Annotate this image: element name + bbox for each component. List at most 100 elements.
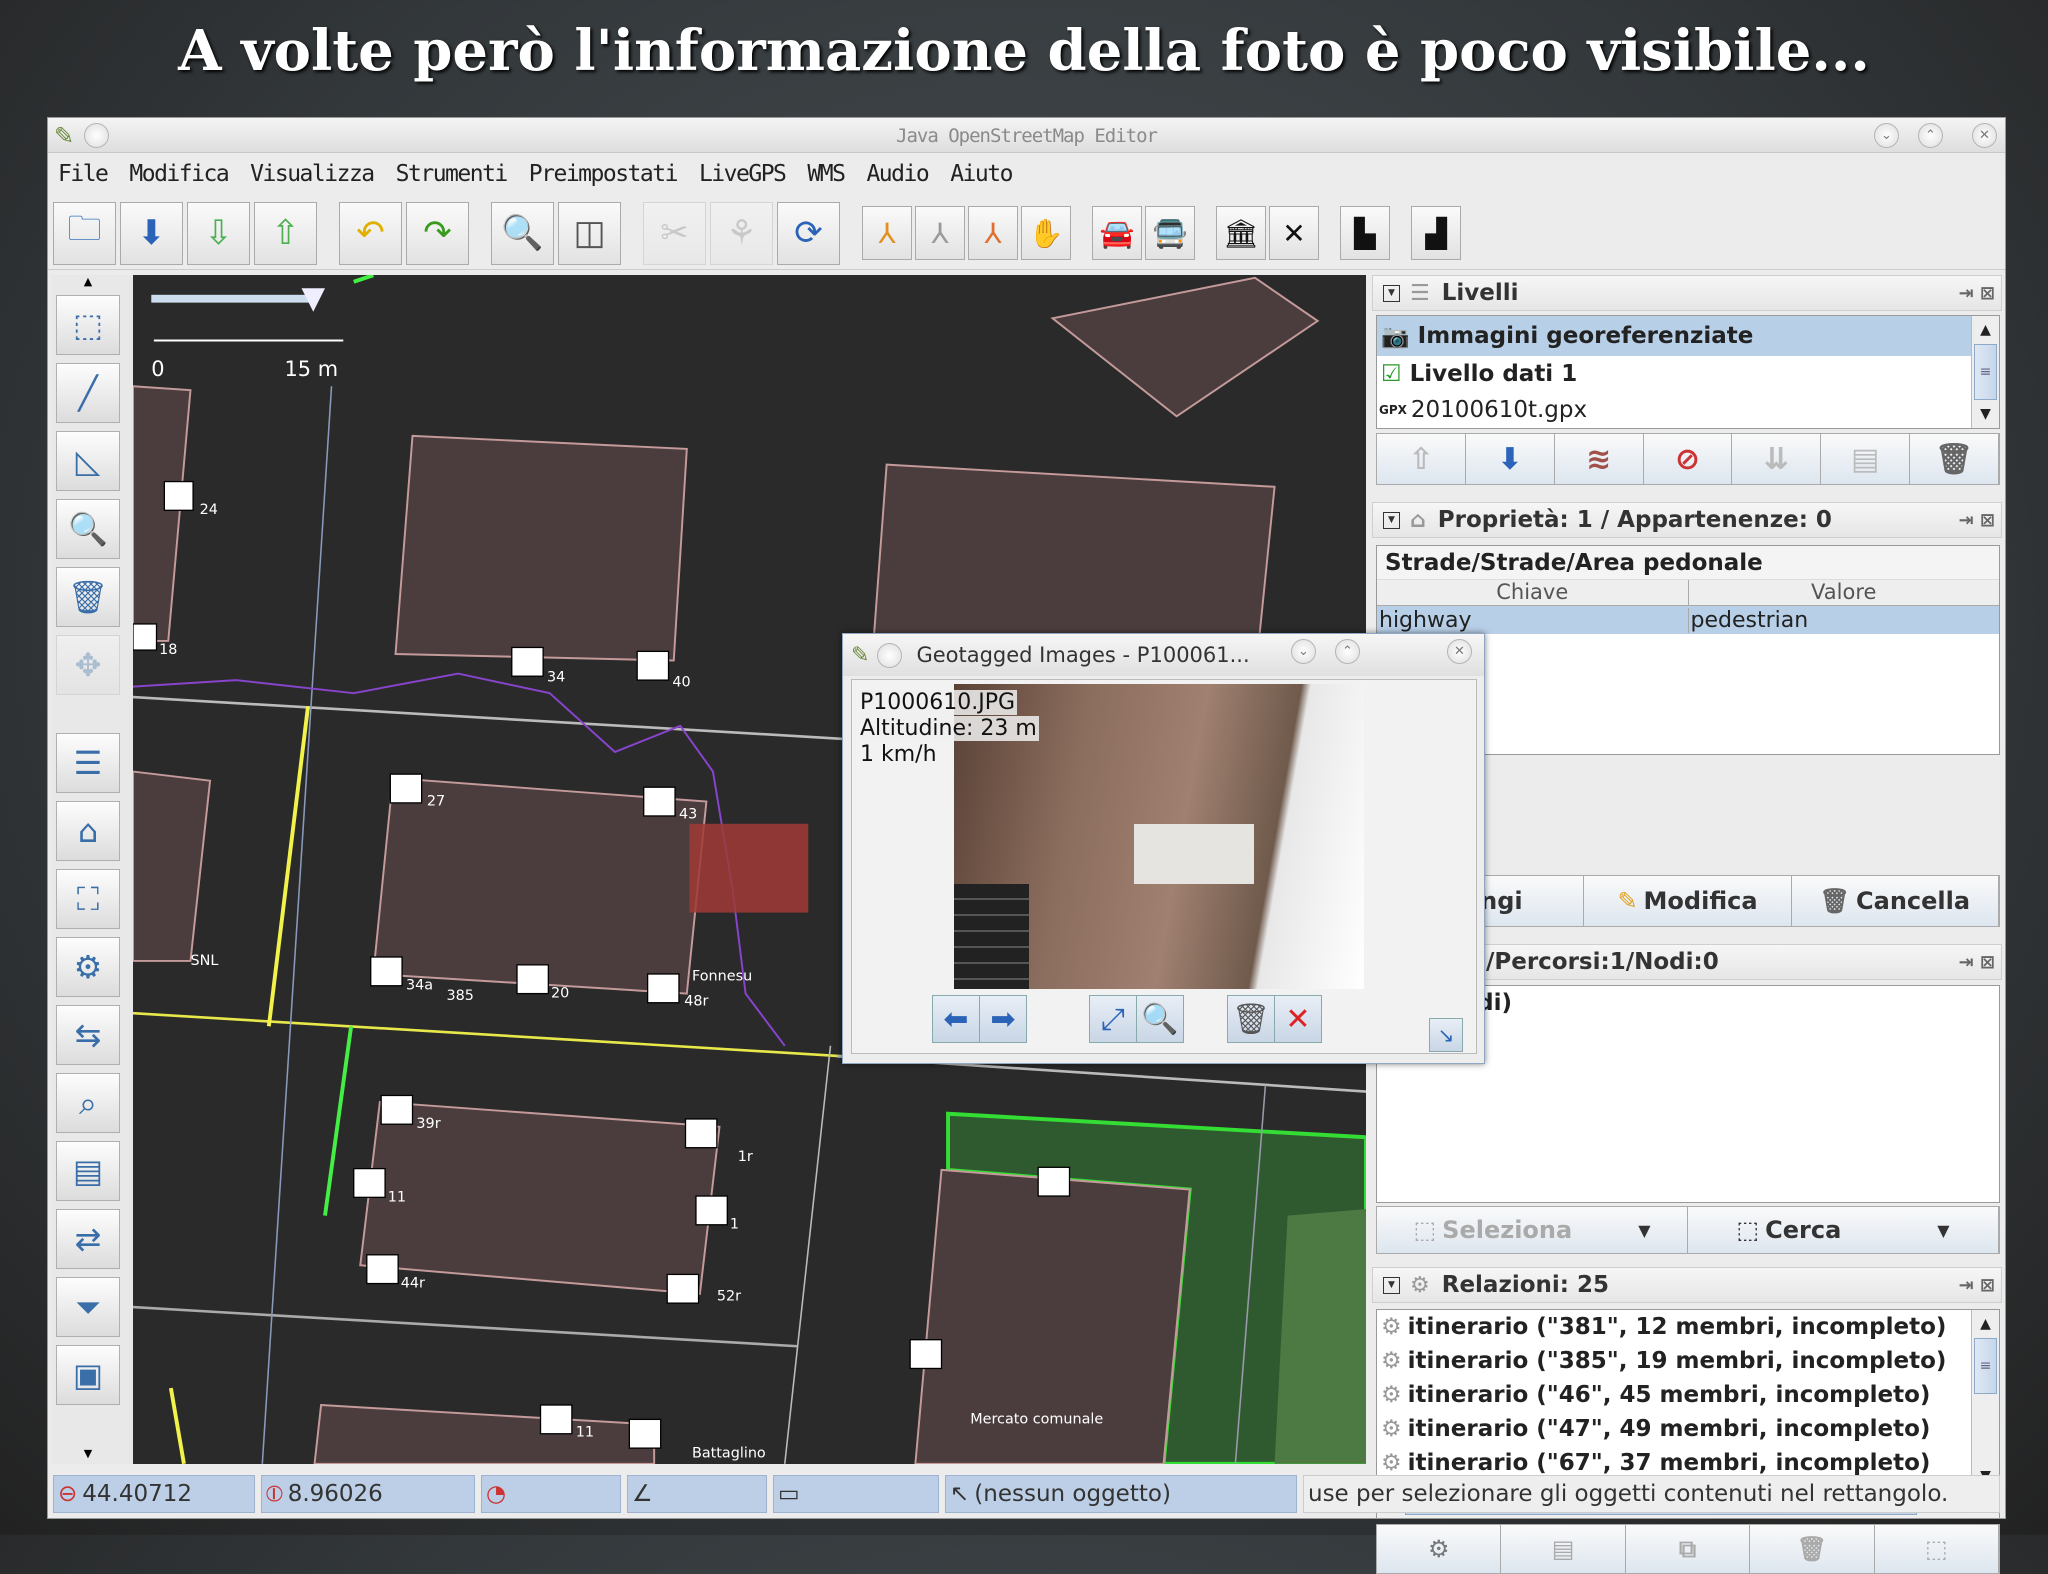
- collapse-dialog-button[interactable]: ↘: [1429, 1018, 1463, 1052]
- scroll-up-arrow[interactable]: ▲: [56, 275, 120, 289]
- collapse-icon[interactable]: ▼: [1383, 284, 1400, 302]
- relations-scrollbar[interactable]: ▲≡▼: [1971, 1310, 1999, 1490]
- move-down-button[interactable]: ⬇: [1465, 434, 1555, 484]
- duplicate-relation-button[interactable]: ⧉: [1625, 1525, 1751, 1573]
- menu-audio[interactable]: Audio: [866, 161, 929, 187]
- scroll-down-arrow[interactable]: ▼: [56, 1447, 120, 1463]
- toggle-visibility-button[interactable]: ⊘: [1643, 434, 1733, 484]
- factory-button[interactable]: ▟: [1411, 206, 1461, 260]
- table-row[interactable]: highway pedestrian: [1377, 606, 1999, 634]
- conflict-tool[interactable]: ▤: [56, 1141, 120, 1201]
- maximize-button[interactable]: ⌃: [1335, 639, 1360, 664]
- plugin-tool[interactable]: ▣: [56, 1345, 120, 1405]
- bus-button[interactable]: 🚍: [1145, 206, 1195, 260]
- edit-relation-button[interactable]: ▤: [1501, 1525, 1626, 1573]
- history-tool[interactable]: ⌕: [56, 1073, 120, 1133]
- preferences-button[interactable]: 🔍: [491, 201, 554, 265]
- center-view-icon[interactable]: ⤢: [1089, 995, 1137, 1043]
- car-button[interactable]: 🚘: [1092, 206, 1142, 260]
- window-menu-button[interactable]: [877, 642, 903, 668]
- minimize-button[interactable]: ⌄: [1874, 123, 1899, 148]
- draw-tool[interactable]: ╱: [56, 363, 120, 423]
- draw-node-button[interactable]: ⅄: [968, 206, 1018, 260]
- relation-item[interactable]: ⚙ itinerario ("46", 45 membri, incompleto…: [1377, 1378, 1971, 1412]
- relation-item[interactable]: ⚙ itinerario ("47", 49 membri, incompleto…: [1377, 1412, 1971, 1446]
- pin-close-icon[interactable]: ⇥ ⊠: [1959, 283, 1995, 304]
- layer-item[interactable]: GPX 20100610t.gpx: [1377, 392, 1971, 428]
- menu-modifica[interactable]: Modifica: [129, 161, 229, 187]
- undo-button[interactable]: ↶: [339, 201, 402, 265]
- zoom-slider[interactable]: [151, 294, 315, 303]
- maximize-button[interactable]: ⌃: [1918, 123, 1943, 148]
- menu-livegps[interactable]: LiveGPS: [699, 161, 787, 187]
- next-image-button[interactable]: ➡: [979, 995, 1027, 1043]
- delete-tool[interactable]: 🗑: [56, 567, 120, 627]
- collapse-icon[interactable]: ▼: [1383, 1276, 1400, 1294]
- layers-panel-header[interactable]: ▼ ☰ Livelli ⇥ ⊠: [1372, 275, 2002, 311]
- relations-tool[interactable]: ⚙: [56, 937, 120, 997]
- select-members-button[interactable]: ⬚: [1874, 1525, 2000, 1573]
- close-button[interactable]: ✕: [1447, 639, 1472, 664]
- layer-item[interactable]: 📷 Immagini georeferenziate: [1377, 316, 1971, 356]
- pin-close-icon[interactable]: ⇥ ⊠: [1959, 1275, 1995, 1296]
- triangle-tool[interactable]: ◺: [56, 431, 120, 491]
- open-file-button[interactable]: 🗀: [53, 201, 116, 265]
- move-up-button[interactable]: ⇧: [1377, 434, 1466, 484]
- merge-button[interactable]: ⇊: [1732, 434, 1822, 484]
- filter-tool[interactable]: ⏷: [56, 1277, 120, 1337]
- delete-photo-button[interactable]: 🗑: [1227, 995, 1275, 1043]
- minimize-button[interactable]: ⌄: [1291, 639, 1316, 664]
- select-button[interactable]: ⬚ Seleziona ▼: [1377, 1207, 1688, 1253]
- draw-way-gray-button[interactable]: ⅄: [915, 206, 965, 260]
- selection-tool[interactable]: ⛶: [56, 869, 120, 929]
- combine-way-button[interactable]: ⚘: [710, 201, 773, 265]
- building-button[interactable]: 🏛: [1216, 206, 1266, 260]
- upload-data-button[interactable]: ⇩: [187, 201, 250, 265]
- duplicate-button[interactable]: ▤: [1821, 434, 1911, 484]
- delete-button[interactable]: 🗑 Cancella: [1791, 876, 1999, 926]
- upload-button[interactable]: ⇧: [254, 201, 317, 265]
- column-key[interactable]: Chiave: [1377, 580, 1689, 605]
- delete-layer-button[interactable]: 🗑: [1910, 434, 2000, 484]
- relation-item[interactable]: ⚙ itinerario ("385", 19 membri, incomplet…: [1377, 1344, 1971, 1378]
- commands-tool[interactable]: ⇆: [56, 1005, 120, 1065]
- menu-aiuto[interactable]: Aiuto: [950, 161, 1013, 187]
- remove-photo-button[interactable]: ✕: [1274, 995, 1322, 1043]
- zoom-photo-button[interactable]: 🔍: [1136, 995, 1184, 1043]
- menu-strumenti[interactable]: Strumenti: [396, 161, 509, 187]
- close-button[interactable]: ✕: [1972, 123, 1997, 148]
- select-tool[interactable]: ⬚: [56, 295, 120, 355]
- menu-wms[interactable]: WMS: [807, 161, 846, 187]
- layers-tool[interactable]: ☰: [56, 733, 120, 793]
- activate-layer-button[interactable]: ≋: [1554, 434, 1644, 484]
- relation-item[interactable]: ⚙ itinerario ("381", 12 membri, incomplet…: [1377, 1310, 1971, 1344]
- layer-item[interactable]: ☑ Livello dati 1: [1377, 356, 1971, 392]
- edit-button[interactable]: ✎ Modifica: [1584, 876, 1792, 926]
- validator-tool[interactable]: ⇄: [56, 1209, 120, 1269]
- draw-way-button[interactable]: ⅄: [862, 206, 912, 260]
- zoom-tool[interactable]: 🔍: [56, 499, 120, 559]
- layers-scrollbar[interactable]: ▲ ≡ ▼: [1971, 316, 1999, 428]
- menu-preimpostati[interactable]: Preimpostati: [529, 161, 679, 187]
- redo-button[interactable]: ↷: [406, 201, 469, 265]
- properties-panel-header[interactable]: ▼ ⌂ Proprietà: 1 / Appartenenze: 0 ⇥ ⊠: [1372, 502, 2002, 538]
- download-button[interactable]: ⬇: [120, 201, 183, 265]
- toggle-panels-button[interactable]: ◫: [558, 201, 621, 265]
- pin-close-icon[interactable]: ⇥ ⊠: [1959, 510, 1995, 531]
- tag-tool[interactable]: ⌂: [56, 801, 120, 861]
- hand-button[interactable]: ✋: [1021, 206, 1071, 260]
- menu-file[interactable]: File: [58, 161, 109, 187]
- collapse-icon[interactable]: ▼: [1383, 511, 1400, 529]
- pin-close-icon[interactable]: ⇥ ⊠: [1959, 952, 1995, 973]
- relations-panel-header[interactable]: ▼ ⚙ Relazioni: 25 ⇥ ⊠: [1372, 1267, 2002, 1303]
- new-relation-button[interactable]: ⚙: [1377, 1525, 1502, 1573]
- cross-button[interactable]: ✕: [1269, 206, 1319, 260]
- search-button[interactable]: ⬚ Cerca ▼: [1688, 1207, 1999, 1253]
- reverse-button[interactable]: ⟳: [777, 201, 840, 265]
- wall-button[interactable]: ▙: [1340, 206, 1390, 260]
- split-way-button[interactable]: ✂: [643, 201, 706, 265]
- previous-image-button[interactable]: ⬅: [932, 995, 980, 1043]
- move-tool[interactable]: ✥: [56, 635, 120, 695]
- dialog-titlebar[interactable]: ✎ Geotagged Images - P100061... ⌄ ⌃ ✕: [843, 634, 1484, 676]
- column-value[interactable]: Valore: [1689, 580, 2000, 605]
